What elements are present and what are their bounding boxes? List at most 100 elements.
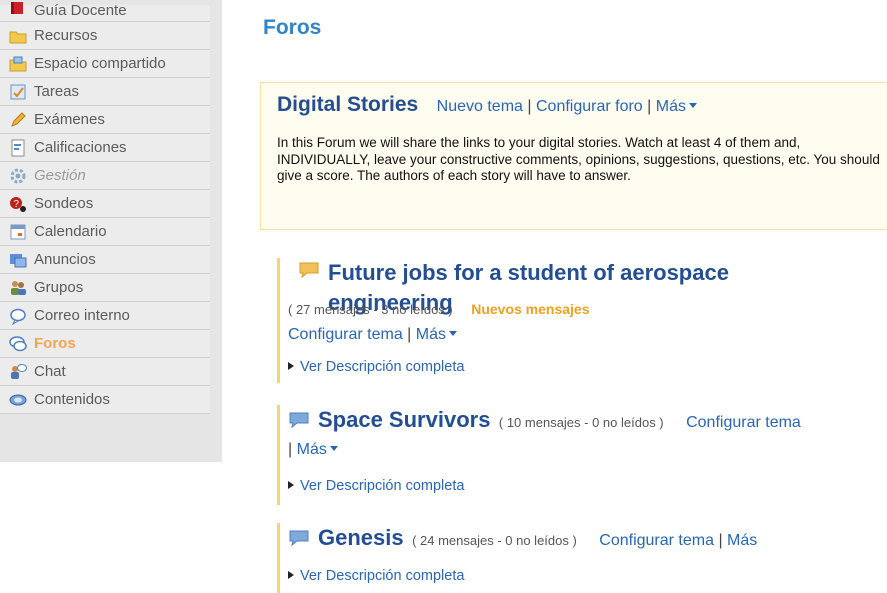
sidebar-item-label: Foros xyxy=(34,335,76,352)
groups-icon xyxy=(8,279,28,297)
separator: | xyxy=(288,441,293,458)
sidebar-item-examenes[interactable]: Exámenes xyxy=(0,106,210,134)
topic-meta: ( 27 mensajes - 3 no leídos ) Nuevos men… xyxy=(288,294,590,320)
more-menu-link[interactable]: Más xyxy=(297,441,338,458)
sidebar-item-label: Gestión xyxy=(34,167,86,184)
sidebar-item-calificaciones[interactable]: Calificaciones xyxy=(0,134,210,162)
book-icon xyxy=(8,1,28,19)
sidebar-item-calendario[interactable]: Calendario xyxy=(0,218,210,246)
configure-topic-link[interactable]: Configurar tema xyxy=(288,326,403,343)
forum-topic-icon xyxy=(288,528,310,547)
forum-icon xyxy=(8,335,28,353)
chevron-down-icon xyxy=(329,446,338,452)
sidebar-item-label: Contenidos xyxy=(34,391,110,408)
more-menu-link[interactable]: Más xyxy=(656,98,697,115)
expand-arrow-icon xyxy=(288,480,294,489)
sidebar-item-contenidos[interactable]: Contenidos xyxy=(0,386,210,414)
sidebar-item-correo-interno[interactable]: Correo interno xyxy=(0,302,210,330)
forum-panel: Digital Stories Nuevo tema | Configurar … xyxy=(260,82,887,230)
sidebar-item-label: Guía Docente xyxy=(34,2,127,19)
chat-icon xyxy=(8,363,28,381)
sidebar-item-chat[interactable]: Chat xyxy=(0,358,210,386)
pencil-icon xyxy=(8,111,28,129)
forum-title[interactable]: Digital Stories xyxy=(277,93,418,116)
grades-icon xyxy=(8,139,28,157)
sidebar-item-label: Exámenes xyxy=(34,111,105,128)
topic-counts: ( 24 mensajes - 0 no leídos ) xyxy=(412,533,577,548)
more-menu-link[interactable]: Más xyxy=(415,326,458,343)
chevron-down-icon xyxy=(689,103,697,109)
sidebar-item-foros[interactable]: Foros xyxy=(0,330,210,358)
sidebar-item-label: Recursos xyxy=(34,27,98,44)
description-toggle[interactable]: Ver Descripción completa xyxy=(288,567,464,585)
topic-actions: | Más xyxy=(288,441,338,459)
sidebar-item-label: Calendario xyxy=(34,223,107,240)
more-label: Más xyxy=(296,441,327,458)
expand-arrow-icon xyxy=(288,361,294,370)
description-toggle[interactable]: Ver Descripción completa xyxy=(288,477,464,495)
topic-item: Space Survivors ( 10 mensajes - 0 no leí… xyxy=(277,405,877,505)
sidebar-item-recursos[interactable]: Recursos xyxy=(0,22,210,50)
forum-topic-icon xyxy=(288,410,310,429)
sidebar-item-label: Sondeos xyxy=(34,195,94,212)
separator: | xyxy=(647,98,652,115)
sidebar-item-espacio-compartido[interactable]: Espacio compartido xyxy=(0,50,210,78)
sidebar-item-label: Espacio compartido xyxy=(34,55,166,72)
new-topic-link[interactable]: Nuevo tema xyxy=(437,98,523,115)
sidebar-item-label: Correo interno xyxy=(34,307,130,324)
more-menu-link[interactable]: Más xyxy=(727,532,757,549)
configure-topic-link[interactable]: Configurar tema xyxy=(599,532,714,549)
svg-text:?: ? xyxy=(14,199,20,210)
sidebar: Guía Docente Recursos Espacio compartido… xyxy=(0,0,222,462)
announcements-icon xyxy=(8,251,28,269)
sidebar-item-label: Tareas xyxy=(34,83,80,100)
sidebar-item-grupos[interactable]: Grupos xyxy=(0,274,210,302)
contents-icon xyxy=(8,391,28,409)
chevron-down-icon xyxy=(449,331,458,337)
tasks-icon xyxy=(8,83,28,101)
sidebar-item-guia-docente[interactable]: Guía Docente xyxy=(0,2,210,22)
topic-item: Genesis ( 24 mensajes - 0 no leídos ) Co… xyxy=(277,523,887,593)
mail-bubble-icon xyxy=(8,307,28,325)
shared-folder-icon xyxy=(8,55,28,73)
topic-header: Genesis ( 24 mensajes - 0 no leídos ) Co… xyxy=(288,523,757,556)
view-description-link[interactable]: Ver Descripción completa xyxy=(300,478,464,494)
topic-counts: ( 27 mensajes - 3 no leídos ) xyxy=(288,302,453,317)
poll-icon: ? xyxy=(8,195,28,213)
view-description-link[interactable]: Ver Descripción completa xyxy=(300,359,464,375)
calendar-icon xyxy=(8,223,28,241)
sidebar-item-label: Grupos xyxy=(34,279,84,296)
folder-icon xyxy=(8,27,28,45)
separator: | xyxy=(407,326,412,343)
configure-forum-link[interactable]: Configurar foro xyxy=(536,98,643,115)
forum-header: Digital Stories Nuevo tema | Configurar … xyxy=(277,93,697,117)
expand-arrow-icon xyxy=(288,570,294,579)
view-description-link[interactable]: Ver Descripción completa xyxy=(300,568,464,584)
page-title: Foros xyxy=(263,16,322,39)
topic-header: Space Survivors ( 10 mensajes - 0 no leí… xyxy=(288,405,801,438)
separator: | xyxy=(718,532,723,549)
separator: | xyxy=(527,98,532,115)
topic-item: Future jobs for a student of aerospace e… xyxy=(277,258,877,383)
new-messages-badge[interactable]: Nuevos mensajes xyxy=(471,301,589,317)
sidebar-item-label: Chat xyxy=(34,363,66,380)
topic-header: Future jobs for a student of aerospace e… xyxy=(288,258,877,315)
topic-counts: ( 10 mensajes - 0 no leídos ) xyxy=(498,415,664,430)
more-label: Más xyxy=(655,98,686,115)
forum-topic-icon xyxy=(298,260,320,279)
topic-title[interactable]: Space Survivors xyxy=(318,407,490,432)
forum-description: In this Forum we will share the links to… xyxy=(277,135,880,183)
description-toggle[interactable]: Ver Descripción completa xyxy=(288,358,464,376)
sidebar-item-label: Anuncios xyxy=(34,251,96,268)
more-label: Más xyxy=(415,326,447,343)
topic-title[interactable]: Genesis xyxy=(318,525,404,550)
gear-icon xyxy=(8,167,28,185)
sidebar-item-tareas[interactable]: Tareas xyxy=(0,78,210,106)
topic-actions: Configurar tema | Más xyxy=(288,326,458,344)
configure-topic-link[interactable]: Configurar tema xyxy=(686,414,801,431)
sidebar-item-gestion[interactable]: Gestión xyxy=(0,162,210,190)
sidebar-item-sondeos[interactable]: ? Sondeos xyxy=(0,190,210,218)
sidebar-item-label: Calificaciones xyxy=(34,139,127,156)
sidebar-menu: Guía Docente Recursos Espacio compartido… xyxy=(0,2,210,414)
sidebar-item-anuncios[interactable]: Anuncios xyxy=(0,246,210,274)
